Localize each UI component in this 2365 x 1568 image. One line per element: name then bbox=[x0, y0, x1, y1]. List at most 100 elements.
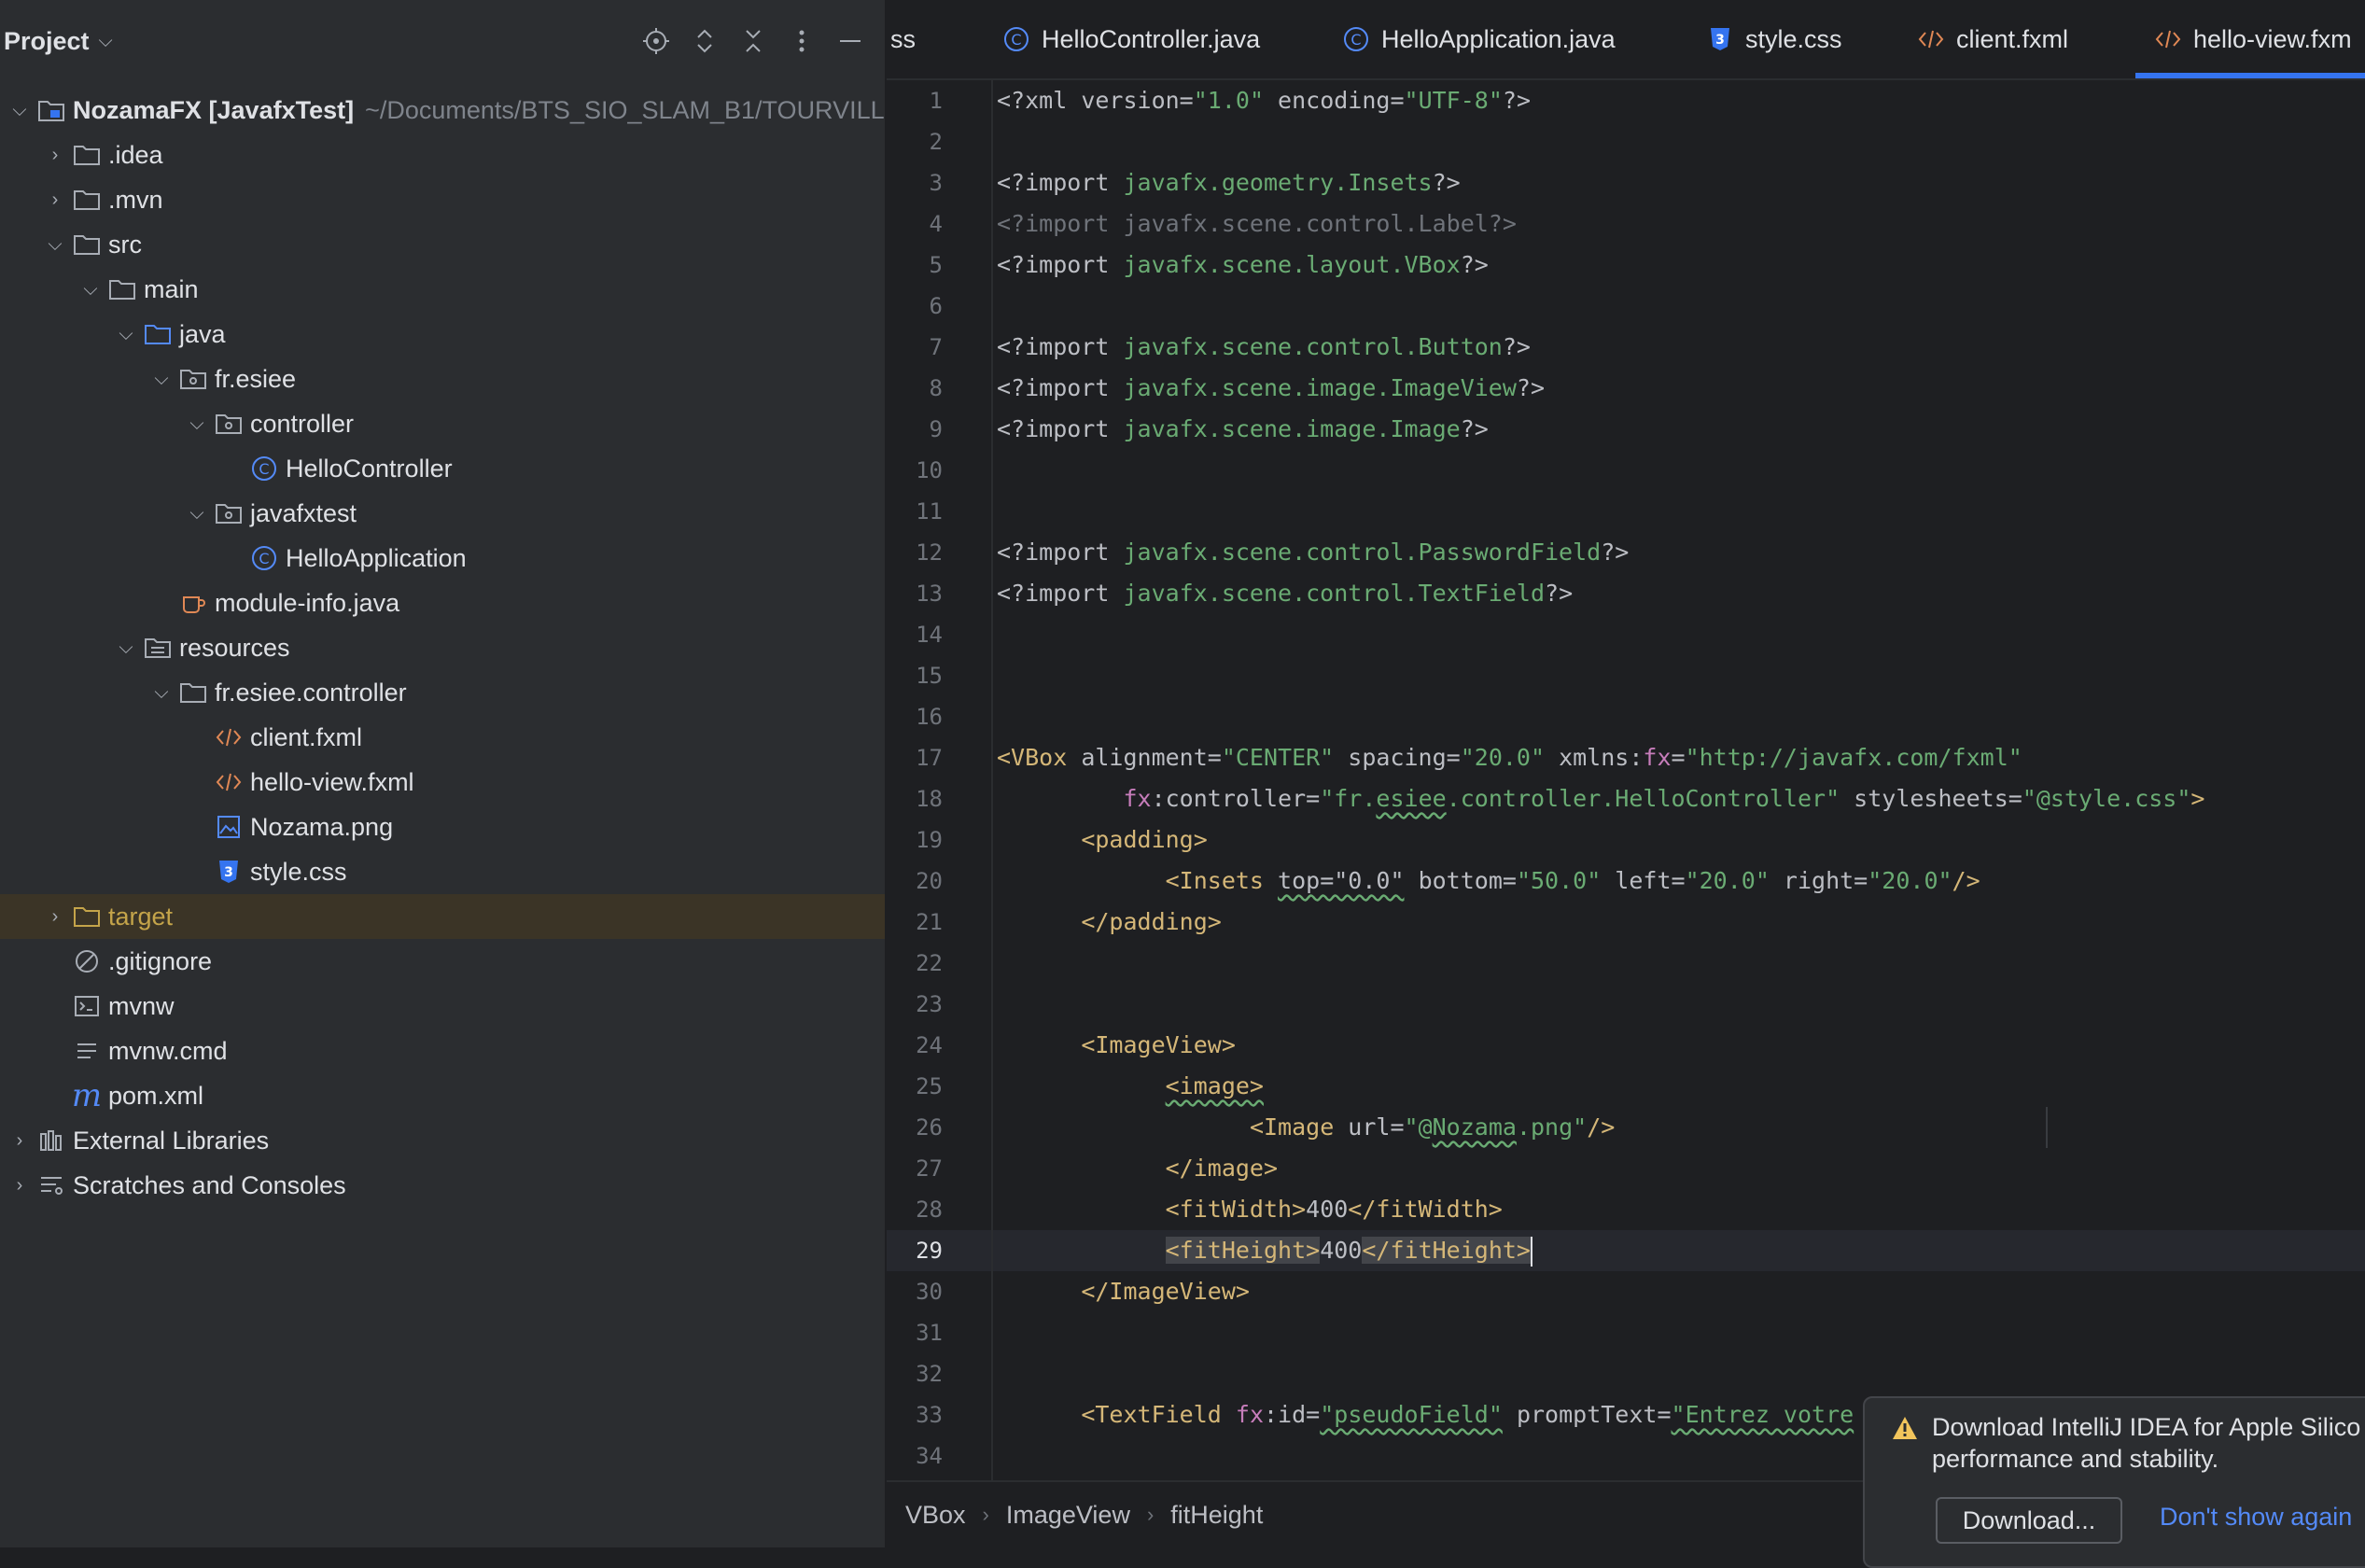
chevron-down-icon[interactable]: ⌵ bbox=[41, 234, 69, 256]
tree-item-label: Scratches and Consoles bbox=[73, 1170, 346, 1199]
code-line[interactable]: <image> bbox=[997, 1066, 1264, 1107]
tree-item-module-info[interactable]: module-info.java bbox=[0, 581, 885, 625]
tree-item-label: NozamaFX [JavafxTest] bbox=[73, 95, 355, 124]
tree-item-idea[interactable]: › .idea bbox=[0, 133, 885, 177]
chevron-down-icon[interactable]: ⌵ bbox=[147, 682, 175, 704]
line-number: 23 bbox=[916, 991, 943, 1017]
line-number: 4 bbox=[929, 211, 943, 237]
code-line[interactable]: <?import javafx.scene.image.Image?> bbox=[997, 409, 1489, 450]
tree-item-gitignore[interactable]: .gitignore bbox=[0, 939, 885, 984]
tree-item-resources[interactable]: ⌵ resources bbox=[0, 625, 885, 670]
chevron-right-icon[interactable]: › bbox=[41, 145, 69, 166]
package-icon bbox=[179, 365, 207, 393]
package-icon bbox=[215, 499, 243, 527]
code-line[interactable]: <VBox alignment="CENTER" spacing="20.0" … bbox=[997, 737, 2022, 778]
tree-item-label: mvnw.cmd bbox=[108, 1036, 228, 1065]
code-line[interactable]: <fitWidth>400</fitWidth> bbox=[997, 1189, 1503, 1230]
line-number: 16 bbox=[916, 704, 943, 730]
tab-hello-view-fxml-active[interactable]: hello-view.fxm bbox=[2150, 0, 2352, 78]
project-title[interactable]: Project bbox=[4, 27, 90, 56]
code-line[interactable]: <?import javafx.scene.layout.VBox?> bbox=[997, 245, 1489, 286]
tree-item-mvn[interactable]: › .mvn bbox=[0, 177, 885, 222]
tree-item-client-fxml[interactable]: client.fxml bbox=[0, 715, 885, 760]
code-line[interactable]: <?xml version="1.0" encoding="UTF-8"?> bbox=[997, 80, 1531, 121]
tree-item-pom-xml[interactable]: m pom.xml bbox=[0, 1073, 885, 1118]
image-file-icon bbox=[215, 813, 243, 841]
chevron-down-icon[interactable]: ⌵ bbox=[77, 279, 105, 301]
tree-item-path-hint: ~/Documents/BTS_SIO_SLAM_B1/TOURVILLE bbox=[365, 95, 887, 124]
code-editor[interactable]: 1 2 3 4 5 6 7 8 9 10 11 12 13 14 15 16 1… bbox=[887, 80, 2365, 1482]
code-line[interactable]: <?import javafx.scene.control.TextField?… bbox=[997, 573, 1573, 614]
code-line-current[interactable]: <fitHeight>400</fitHeight> bbox=[997, 1230, 1532, 1271]
code-line[interactable]: <ImageView> bbox=[997, 1025, 1236, 1066]
chevron-right-icon[interactable]: › bbox=[6, 1130, 34, 1152]
chevron-down-icon[interactable]: ⌵ bbox=[112, 324, 140, 345]
chevron-down-icon[interactable]: ⌵ bbox=[112, 637, 140, 659]
tree-item-label: .mvn bbox=[108, 185, 163, 214]
tree-item-scratches[interactable]: › Scratches and Consoles bbox=[0, 1163, 885, 1208]
code-line[interactable]: <?import javafx.scene.control.PasswordFi… bbox=[997, 532, 1629, 573]
tree-item-label: .gitignore bbox=[108, 946, 213, 975]
tree-item-hello-controller[interactable]: C HelloController bbox=[0, 446, 885, 491]
line-number: 14 bbox=[916, 622, 943, 648]
code-line[interactable]: </ImageView> bbox=[997, 1271, 1250, 1312]
code-line[interactable]: <padding> bbox=[997, 819, 1207, 861]
code-line[interactable]: </image> bbox=[997, 1148, 1278, 1189]
text-file-icon bbox=[73, 1037, 101, 1065]
chevron-down-icon[interactable]: ⌵ bbox=[183, 503, 211, 525]
line-number: 20 bbox=[916, 868, 943, 894]
breadcrumb-item[interactable]: VBox bbox=[905, 1501, 966, 1530]
minimize-icon[interactable] bbox=[834, 22, 866, 60]
tree-item-style-css[interactable]: 3 style.css bbox=[0, 849, 885, 894]
chevron-down-icon[interactable]: ⌵ bbox=[99, 31, 113, 52]
chevron-down-icon[interactable]: ⌵ bbox=[183, 413, 211, 435]
code-line[interactable]: <?import javafx.scene.control.Button?> bbox=[997, 327, 1531, 368]
svg-text:C: C bbox=[259, 460, 269, 478]
code-line[interactable]: <?import javafx.geometry.Insets?> bbox=[997, 162, 1461, 203]
chevron-down-icon[interactable]: ⌵ bbox=[147, 369, 175, 390]
code-line[interactable]: <?import javafx.scene.control.Label?> bbox=[997, 203, 1517, 245]
tree-item-mvnw-cmd[interactable]: mvnw.cmd bbox=[0, 1029, 885, 1073]
tab-hello-application[interactable]: C HelloApplication.java bbox=[1338, 0, 1616, 78]
tree-item-external-libraries[interactable]: › External Libraries bbox=[0, 1118, 885, 1163]
tree-item-java[interactable]: ⌵ java bbox=[0, 312, 885, 357]
chevron-right-icon[interactable]: › bbox=[41, 906, 69, 928]
tree-item-target[interactable]: › target bbox=[0, 894, 885, 939]
tree-item-fr-esiee-controller[interactable]: ⌵ fr.esiee.controller bbox=[0, 670, 885, 715]
tree-item-nozama-png[interactable]: Nozama.png bbox=[0, 805, 885, 849]
collapse-all-icon[interactable] bbox=[737, 22, 769, 60]
download-button[interactable]: Download... bbox=[1936, 1497, 2122, 1544]
tree-item-main[interactable]: ⌵ main bbox=[0, 267, 885, 312]
tree-item-hello-application[interactable]: C HelloApplication bbox=[0, 536, 885, 581]
code-line[interactable]: <TextField fx:id="pseudoField" promptTex… bbox=[997, 1394, 1854, 1435]
breadcrumb-item[interactable]: fitHeight bbox=[1170, 1501, 1263, 1530]
breadcrumb-item[interactable]: ImageView bbox=[1006, 1501, 1130, 1530]
dont-show-again-link[interactable]: Don't show again bbox=[2160, 1503, 2352, 1532]
tree-item-controller[interactable]: ⌵ controller bbox=[0, 401, 885, 446]
code-line[interactable]: </padding> bbox=[997, 902, 1222, 943]
chevron-right-icon[interactable]: › bbox=[41, 189, 69, 211]
tab-style-css[interactable]: 3 style.css bbox=[1702, 0, 1842, 78]
tab-hello-controller[interactable]: C HelloController.java bbox=[999, 0, 1260, 78]
tree-item-mvnw[interactable]: mvnw bbox=[0, 984, 885, 1029]
tree-item-javafxtest[interactable]: ⌵ javafxtest bbox=[0, 491, 885, 536]
code-line[interactable]: fx:controller="fr.esiee.controller.Hello… bbox=[997, 778, 2204, 819]
locate-file-icon[interactable] bbox=[640, 22, 672, 60]
expand-all-icon[interactable] bbox=[689, 22, 721, 60]
tab-client-fxml[interactable]: client.fxml bbox=[1913, 0, 2068, 78]
tree-item-src[interactable]: ⌵ src bbox=[0, 222, 885, 267]
tree-item-label: resources bbox=[179, 633, 290, 662]
code-line[interactable]: <Insets top="0.0" bottom="50.0" left="20… bbox=[997, 861, 1980, 902]
more-options-icon[interactable] bbox=[786, 22, 818, 60]
chevron-down-icon[interactable]: ⌵ bbox=[6, 100, 34, 121]
line-number-gutter[interactable]: 1 2 3 4 5 6 7 8 9 10 11 12 13 14 15 16 1… bbox=[887, 80, 991, 1482]
code-line[interactable]: <Image url="@Nozama.png"/> bbox=[997, 1107, 1615, 1148]
tree-item-project-root[interactable]: ⌵ NozamaFX [JavafxTest] ~/Documents/BTS_… bbox=[0, 88, 885, 133]
code-line[interactable]: <?import javafx.scene.image.ImageView?> bbox=[997, 368, 1545, 409]
svg-text:3: 3 bbox=[1715, 33, 1725, 48]
warning-icon bbox=[1891, 1415, 1919, 1446]
tree-item-hello-view-fxml[interactable]: hello-view.fxml bbox=[0, 760, 885, 805]
chevron-right-icon[interactable]: › bbox=[6, 1175, 34, 1197]
tab-truncated[interactable]: ss bbox=[890, 0, 916, 78]
tree-item-fr-esiee[interactable]: ⌵ fr.esiee bbox=[0, 357, 885, 401]
